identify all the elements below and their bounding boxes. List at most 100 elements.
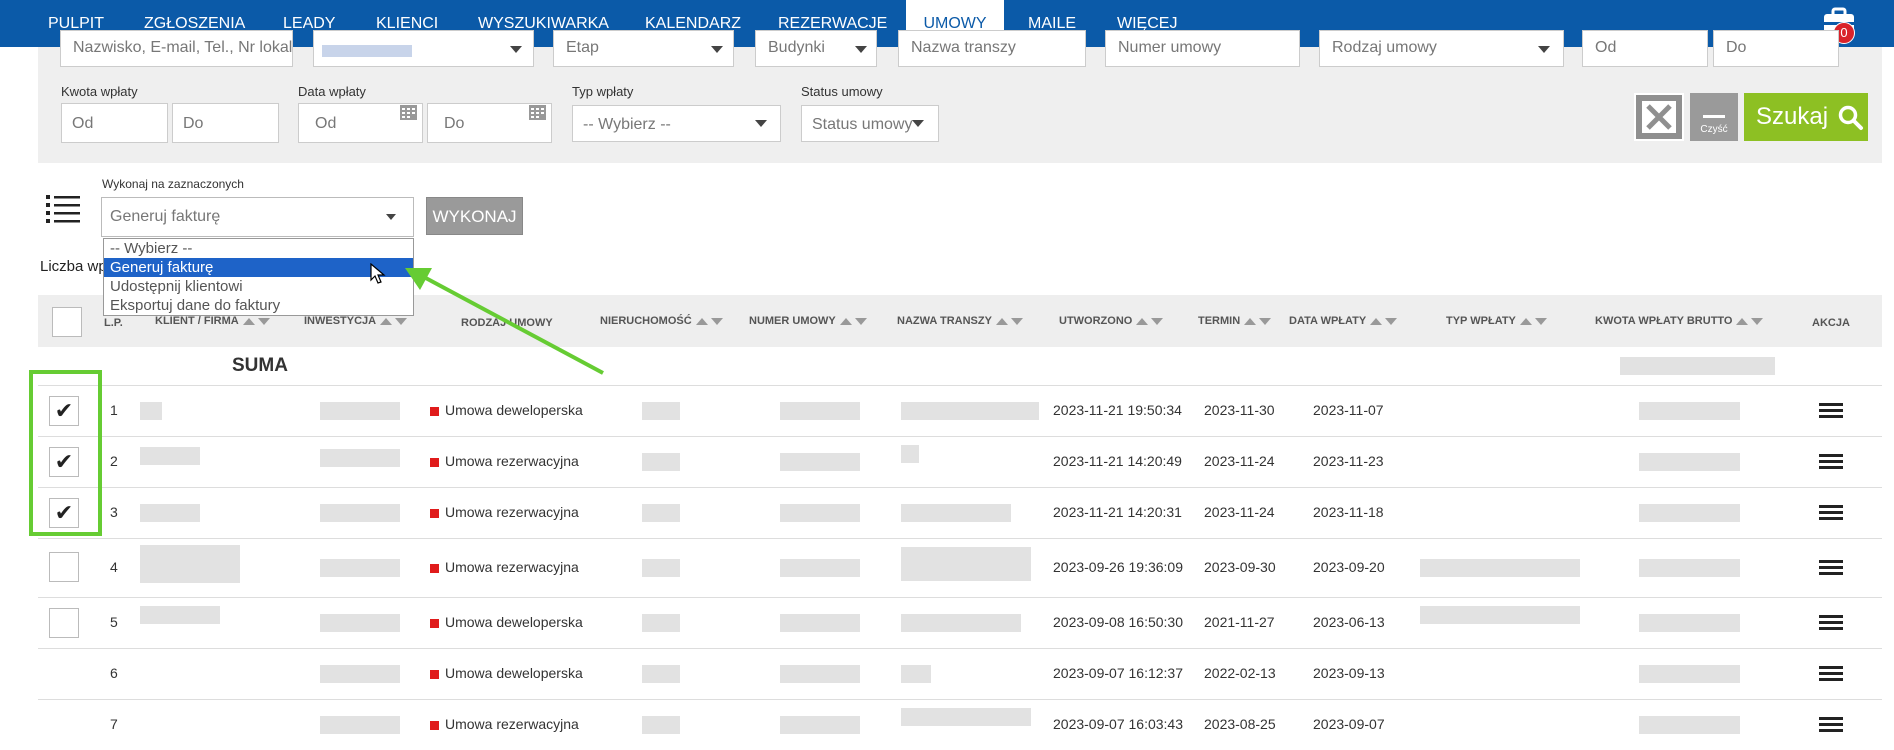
chevron-down-icon xyxy=(386,214,396,220)
row-menu-icon[interactable] xyxy=(1819,612,1843,633)
row-menu-icon[interactable] xyxy=(1819,663,1843,684)
kwota-wplaty-label: Kwota wpłaty xyxy=(61,84,138,99)
redacted-client xyxy=(140,545,240,583)
bulk-action-select[interactable]: Generuj fakturę xyxy=(101,197,414,237)
row-lp: 3 xyxy=(110,504,118,520)
row-utworzono: 2023-09-26 19:36:09 xyxy=(1053,559,1183,575)
list-icon[interactable] xyxy=(46,194,80,224)
col-termin[interactable]: TERMIN xyxy=(1198,315,1272,327)
filter-date-od[interactable]: Od xyxy=(1582,30,1708,67)
row-menu-icon[interactable] xyxy=(1819,451,1843,472)
redacted-contract-no xyxy=(780,716,860,734)
redacted-property xyxy=(642,559,680,577)
chevron-down-icon xyxy=(1538,46,1550,53)
row-menu-icon[interactable] xyxy=(1819,400,1843,421)
redacted-property xyxy=(642,614,680,632)
redacted-investment xyxy=(320,504,400,522)
col-typ-wplaty[interactable]: TYP WPŁATY xyxy=(1446,315,1547,327)
col-nazwa-transzy[interactable]: NAZWA TRANSZY xyxy=(897,315,1023,327)
kwota-od-input[interactable]: Od xyxy=(61,103,168,143)
row-lp: 2 xyxy=(110,453,118,469)
row-menu-icon[interactable] xyxy=(1819,557,1843,578)
calendar-icon[interactable] xyxy=(400,105,417,120)
col-label: NIERUCHOMOŚĆ xyxy=(600,315,692,327)
checked-rows-highlight xyxy=(29,370,102,536)
typ-wplaty-select[interactable]: -- Wybierz -- xyxy=(572,105,781,142)
redacted-property xyxy=(642,716,680,734)
redacted-investment xyxy=(320,614,400,632)
row-checkbox[interactable] xyxy=(49,608,79,638)
row-utworzono: 2023-09-08 16:50:30 xyxy=(1053,614,1183,630)
col-label: UTWORZONO xyxy=(1059,315,1133,327)
filter-select-2[interactable] xyxy=(313,30,534,67)
filter-etap[interactable]: Etap xyxy=(553,30,734,67)
filter-rodzaj-umowy[interactable]: Rodzaj umowy xyxy=(1319,30,1564,67)
filter-date-do[interactable]: Do xyxy=(1713,30,1839,67)
dropdown-option[interactable]: Eksportuj dane do faktury xyxy=(104,296,413,315)
export-excel-button[interactable] xyxy=(1634,93,1684,141)
col-label: TYP WPŁATY xyxy=(1446,315,1516,327)
col-label: KLIENT / FIRMA xyxy=(155,315,239,327)
typ-wplaty-label: Typ wpłaty xyxy=(572,84,634,99)
search-button[interactable]: Szukaj xyxy=(1744,93,1868,141)
col-numer-umowy[interactable]: NUMER UMOWY xyxy=(749,315,867,327)
redacted-tranche xyxy=(901,402,1039,420)
col-nieruchomosc[interactable]: NIERUCHOMOŚĆ xyxy=(600,315,723,327)
search-input-client[interactable]: Nazwisko, E-mail, Tel., Nr lokalu xyxy=(60,30,293,67)
redacted-investment xyxy=(320,559,400,577)
kwota-do-input[interactable]: Do xyxy=(172,103,279,143)
col-label: NAZWA TRANSZY xyxy=(897,315,992,327)
redacted-tranche xyxy=(901,665,931,683)
chevron-down-icon xyxy=(912,120,924,127)
col-inwestycja[interactable]: INWESTYCJA xyxy=(304,315,408,327)
redacted-tranche xyxy=(901,504,1011,522)
row-data-wplaty: 2023-11-07 xyxy=(1313,402,1384,418)
row-lp: 5 xyxy=(110,614,118,630)
redacted-payment-type xyxy=(1420,559,1580,577)
filter-numer-umowy[interactable]: Numer umowy xyxy=(1105,30,1300,67)
bulk-action-label: Wykonaj na zaznaczonych xyxy=(102,177,244,191)
chevron-down-icon xyxy=(755,120,767,127)
dropdown-option[interactable]: Udostępnij klientowi xyxy=(104,277,413,296)
calendar-icon[interactable] xyxy=(529,105,546,120)
col-rodzaj: RODZAJ UMOWY xyxy=(461,317,553,329)
row-menu-icon[interactable] xyxy=(1819,714,1843,735)
redacted-property xyxy=(642,453,680,471)
filter-nazwa-transzy[interactable]: Nazwa transzy xyxy=(898,30,1086,67)
redacted-tranche xyxy=(901,445,919,463)
execute-button[interactable]: WYKONAJ xyxy=(426,197,523,235)
row-data-wplaty: 2023-06-13 xyxy=(1313,614,1385,630)
redacted-client xyxy=(140,504,200,522)
col-data-wplaty[interactable]: DATA WPŁATY xyxy=(1289,315,1398,327)
select-all-checkbox[interactable] xyxy=(52,307,82,337)
data-wplaty-label: Data wpłaty xyxy=(298,84,366,99)
row-utworzono: 2023-11-21 14:20:31 xyxy=(1053,504,1182,520)
search-button-label: Szukaj xyxy=(1756,103,1829,130)
row-rodzaj: Umowa rezerwacyjna xyxy=(430,559,579,575)
row-data-wplaty: 2023-11-18 xyxy=(1313,504,1384,520)
col-klient[interactable]: KLIENT / FIRMA xyxy=(155,315,270,327)
redacted-amount xyxy=(1639,402,1740,420)
bulk-action-dropdown: -- Wybierz -- Generuj fakturę Udostępnij… xyxy=(103,238,414,316)
row-termin: 2021-11-27 xyxy=(1204,614,1275,630)
row-termin: 2023-09-30 xyxy=(1204,559,1276,575)
redacted-property xyxy=(642,504,680,522)
redacted-amount xyxy=(1639,716,1740,734)
col-kwota[interactable]: KWOTA WPŁATY BRUTTO xyxy=(1595,315,1764,327)
row-utworzono: 2023-11-21 19:50:34 xyxy=(1053,402,1182,418)
row-rodzaj: Umowa rezerwacyjna xyxy=(430,453,579,469)
col-utworzono[interactable]: UTWORZONO xyxy=(1059,315,1164,327)
clear-button[interactable]: Czyść xyxy=(1690,93,1738,141)
redacted-sum xyxy=(1620,357,1775,375)
dropdown-option[interactable]: -- Wybierz -- xyxy=(104,239,413,258)
dropdown-option-selected[interactable]: Generuj fakturę xyxy=(104,258,413,277)
clear-button-label: Czyść xyxy=(1700,124,1728,135)
count-label: Liczba wp xyxy=(40,258,107,275)
sum-label: SUMA xyxy=(232,355,288,376)
row-checkbox[interactable] xyxy=(49,552,79,582)
row-menu-icon[interactable] xyxy=(1819,502,1843,523)
row-data-wplaty: 2023-11-23 xyxy=(1313,453,1384,469)
redacted-tranche xyxy=(901,547,1031,581)
row-lp: 4 xyxy=(110,559,118,575)
redacted-contract-no xyxy=(780,559,860,577)
